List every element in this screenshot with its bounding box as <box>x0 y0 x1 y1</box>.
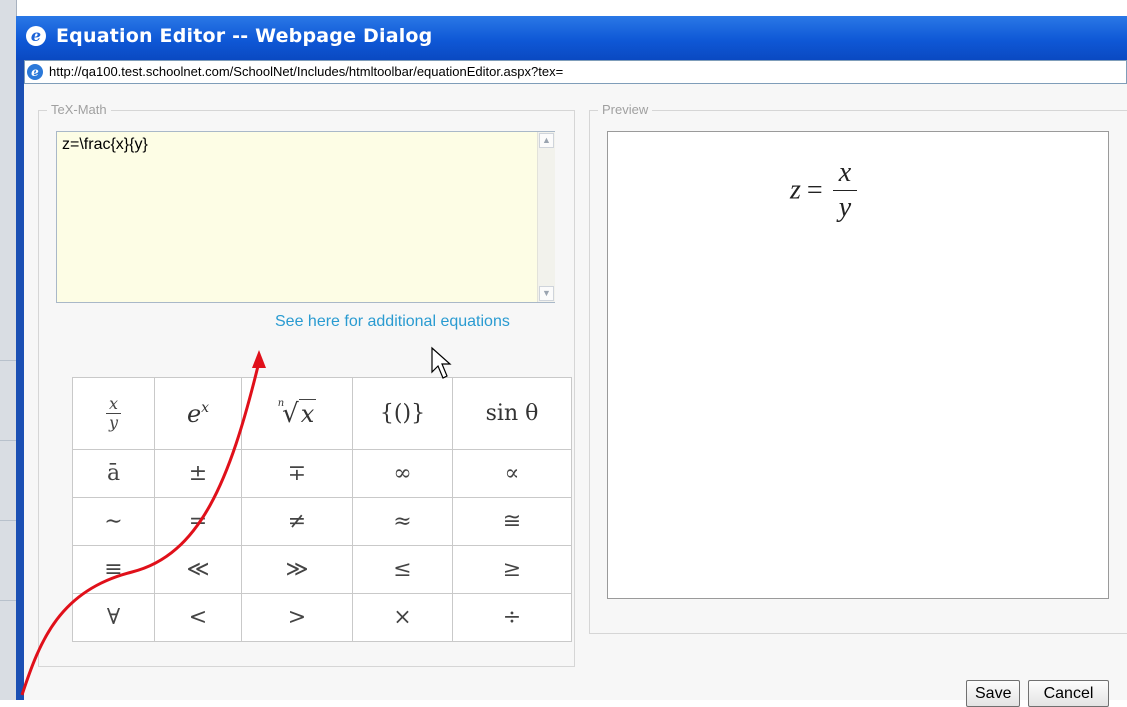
tex-input-scrollbar[interactable]: ▲ ▼ <box>537 132 555 302</box>
address-bar: e http://qa100.test.schoolnet.com/School… <box>24 60 1127 84</box>
exponential-button[interactable]: ex <box>154 377 242 450</box>
symbol-label: ± <box>188 461 208 486</box>
symbol-button[interactable]: ≡ <box>72 545 155 594</box>
title-bar[interactable]: e Equation Editor -- Webpage Dialog <box>16 16 1127 60</box>
symbol-label: ÷ <box>502 605 522 630</box>
symbol-label: ∞ <box>393 461 412 486</box>
symbol-label: ≠ <box>287 509 307 534</box>
symbol-button[interactable]: = <box>154 497 242 546</box>
preview-equation: z = x y <box>790 156 858 225</box>
equation-editor-dialog: e Equation Editor -- Webpage Dialog e ht… <box>16 16 1127 707</box>
symbol-label: × <box>393 605 412 630</box>
background-page-edge <box>0 0 17 700</box>
symbol-label: ≡ <box>104 557 123 582</box>
symbol-button[interactable]: ≫ <box>241 545 353 594</box>
symbol-button[interactable]: ≥ <box>452 545 572 594</box>
symbol-button[interactable]: ± <box>154 449 242 498</box>
tex-math-legend: TeX-Math <box>47 102 111 117</box>
fraction-button[interactable]: xy <box>72 377 155 450</box>
scroll-up-arrow-icon[interactable]: ▲ <box>539 133 554 148</box>
symbol-button[interactable]: ≈ <box>352 497 453 546</box>
cancel-button[interactable]: Cancel <box>1028 680 1109 707</box>
symbol-button[interactable]: ∞ <box>352 449 453 498</box>
symbol-label: ≫ <box>285 557 309 582</box>
symbol-palette: xy ex n√x {()} sin θ ā ± ∓ ∞ ∝ ∼ = ≠ ≈ ≅… <box>72 377 572 642</box>
dialog-title: Equation Editor -- Webpage Dialog <box>56 25 433 47</box>
tex-math-fieldset: TeX-Math z=\frac{x}{y} ▲ ▼ See here for … <box>38 102 575 667</box>
symbol-button[interactable]: ∓ <box>241 449 353 498</box>
scroll-down-arrow-icon[interactable]: ▼ <box>539 286 554 301</box>
exponential-icon: ex <box>186 399 210 428</box>
symbol-button[interactable]: ā <box>72 449 155 498</box>
symbol-button[interactable]: > <box>241 593 353 642</box>
brackets-button[interactable]: {()} <box>352 377 453 450</box>
symbol-button[interactable]: ∼ <box>72 497 155 546</box>
dialog-content: TeX-Math z=\frac{x}{y} ▲ ▼ See here for … <box>24 84 1127 707</box>
sine-label: sin θ <box>485 401 539 426</box>
symbol-label: ∓ <box>287 461 307 486</box>
symbol-button[interactable]: ≅ <box>452 497 572 546</box>
symbol-label: > <box>287 605 307 630</box>
tex-input[interactable]: z=\frac{x}{y} <box>56 131 555 303</box>
symbol-button[interactable]: < <box>154 593 242 642</box>
save-button[interactable]: Save <box>966 680 1020 707</box>
symbol-button[interactable]: × <box>352 593 453 642</box>
symbol-label: ≈ <box>393 509 412 534</box>
symbol-label: ≥ <box>502 557 522 582</box>
symbol-label: ∝ <box>504 461 520 486</box>
symbol-label: ≤ <box>393 557 412 582</box>
symbol-button[interactable]: ∝ <box>452 449 572 498</box>
symbol-button[interactable]: ≤ <box>352 545 453 594</box>
ie-icon: e <box>26 26 46 46</box>
symbol-label: ∀ <box>106 605 121 630</box>
symbol-label: ≅ <box>502 509 522 534</box>
preview-area: z = x y <box>607 131 1109 599</box>
symbol-label: ∼ <box>104 509 123 534</box>
symbol-label: < <box>188 605 208 630</box>
symbol-button[interactable]: ≠ <box>241 497 353 546</box>
sine-button[interactable]: sin θ <box>452 377 572 450</box>
preview-legend: Preview <box>598 102 653 117</box>
ie-page-icon: e <box>27 64 43 80</box>
additional-equations-link[interactable]: See here for additional equations <box>275 313 510 331</box>
preview-fieldset: Preview z = x y <box>589 102 1127 634</box>
fraction-icon: xy <box>105 395 122 432</box>
symbol-button[interactable]: ≪ <box>154 545 242 594</box>
symbol-label: ā <box>106 461 121 486</box>
nth-root-icon: n√x <box>277 398 317 429</box>
nth-root-button[interactable]: n√x <box>241 377 353 450</box>
symbol-label: = <box>188 509 208 534</box>
brackets-label: {()} <box>379 401 426 426</box>
symbol-button[interactable]: ÷ <box>452 593 572 642</box>
symbol-button[interactable]: ∀ <box>72 593 155 642</box>
address-url: http://qa100.test.schoolnet.com/SchoolNe… <box>49 64 564 79</box>
symbol-label: ≪ <box>186 557 210 582</box>
